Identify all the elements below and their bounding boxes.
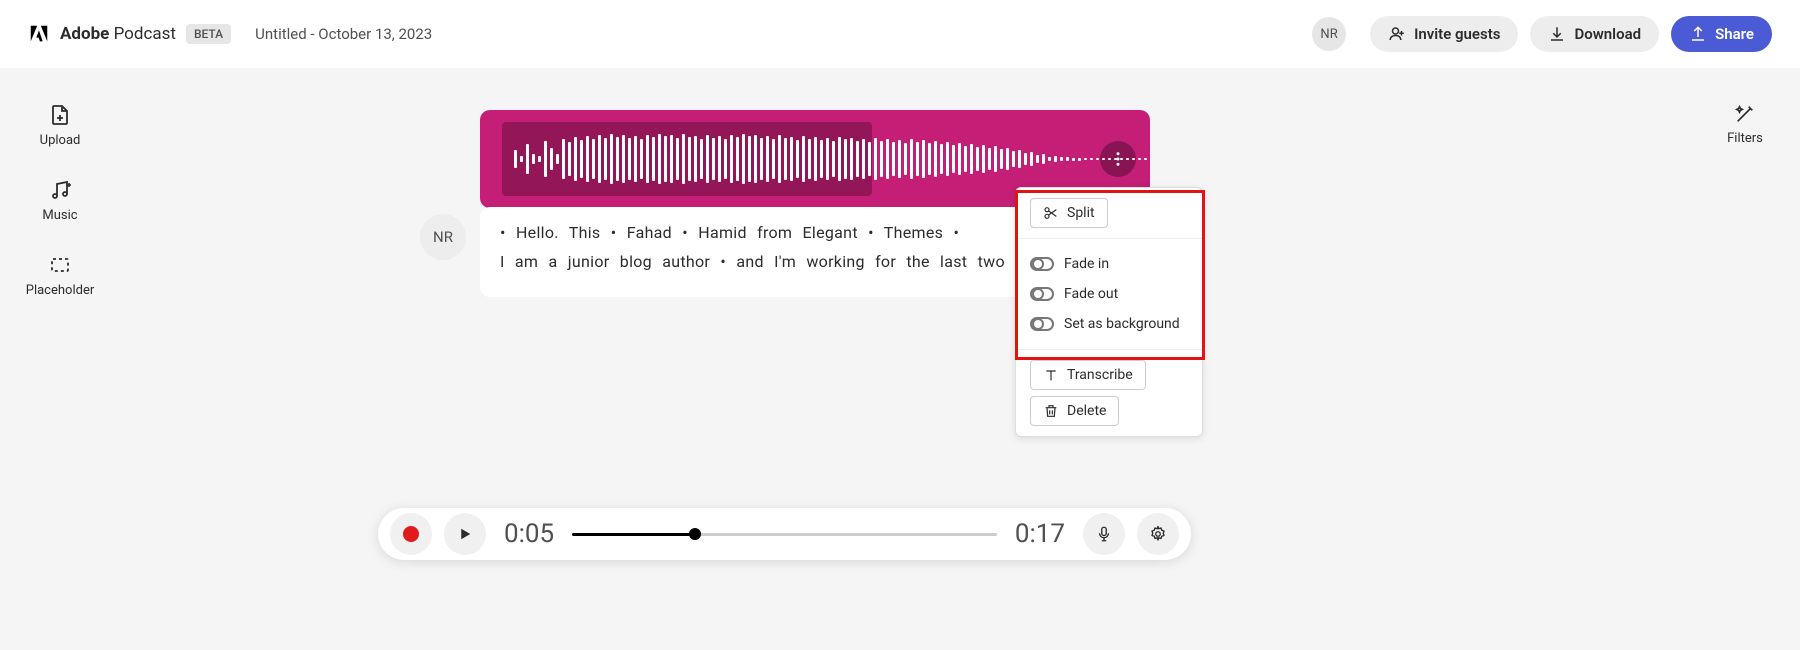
brand-group: Adobe Podcast BETA xyxy=(28,23,231,45)
speaker-avatar[interactable]: NR xyxy=(420,214,466,260)
document-title[interactable]: Untitled - October 13, 2023 xyxy=(255,25,432,43)
waveform-icon xyxy=(514,122,1147,196)
gear-icon xyxy=(1149,525,1167,543)
transcribe-button[interactable]: Transcribe xyxy=(1030,360,1146,390)
playback-bar: 0:05 0:17 xyxy=(378,508,1191,560)
filters-wand-icon xyxy=(1734,103,1756,125)
upload-file-icon xyxy=(48,103,72,127)
filters-label: Filters xyxy=(1727,131,1763,146)
delete-button[interactable]: Delete xyxy=(1030,396,1119,426)
speaker-avatar-wrap: NR xyxy=(420,214,466,260)
toggle-switch[interactable] xyxy=(1030,317,1054,331)
beta-badge: BETA xyxy=(186,24,231,44)
fade-in-toggle[interactable]: Fade in xyxy=(1030,249,1188,279)
progress-slider[interactable] xyxy=(572,533,997,536)
right-sidebar: Filters xyxy=(1690,68,1800,146)
toggle-switch[interactable] xyxy=(1030,287,1054,301)
music-icon xyxy=(48,178,72,202)
progress-knob[interactable] xyxy=(689,528,701,540)
record-button[interactable] xyxy=(390,513,432,555)
current-time: 0:05 xyxy=(504,519,554,549)
sidebar-music[interactable]: Music xyxy=(42,178,77,223)
sidebar-placeholder[interactable]: Placeholder xyxy=(26,253,95,298)
placeholder-icon xyxy=(48,253,72,277)
filters-button[interactable]: Filters xyxy=(1727,103,1763,146)
download-button[interactable]: Download xyxy=(1530,16,1659,52)
left-sidebar: Upload Music Placeholder xyxy=(0,68,120,298)
person-add-icon xyxy=(1388,25,1406,43)
brand-text: Adobe Podcast xyxy=(60,24,176,44)
set-background-toggle[interactable]: Set as background xyxy=(1030,309,1188,339)
play-icon xyxy=(456,525,474,543)
progress-fill xyxy=(572,533,695,536)
share-icon xyxy=(1689,25,1707,43)
split-button[interactable]: Split xyxy=(1030,198,1108,228)
microphone-icon xyxy=(1095,525,1113,543)
sidebar-label: Music xyxy=(42,208,77,223)
main-content xyxy=(480,110,1150,208)
fade-out-toggle[interactable]: Fade out xyxy=(1030,279,1188,309)
sidebar-label: Upload xyxy=(40,133,81,148)
mic-button[interactable] xyxy=(1083,513,1125,555)
play-button[interactable] xyxy=(444,513,486,555)
text-icon xyxy=(1043,367,1059,383)
clip-context-menu: Split Fade in Fade out Set as background… xyxy=(1015,187,1203,437)
scissors-icon xyxy=(1043,205,1059,221)
app-header: Adobe Podcast BETA Untitled - October 13… xyxy=(0,0,1800,68)
sidebar-label: Placeholder xyxy=(26,283,95,298)
share-button[interactable]: Share xyxy=(1671,16,1772,52)
record-icon xyxy=(403,526,419,542)
total-time: 0:17 xyxy=(1015,519,1065,549)
trash-icon xyxy=(1043,403,1059,419)
download-icon xyxy=(1548,25,1566,43)
toggle-switch[interactable] xyxy=(1030,257,1054,271)
adobe-logo-icon xyxy=(28,23,50,45)
user-avatar[interactable]: NR xyxy=(1312,17,1346,51)
sidebar-upload[interactable]: Upload xyxy=(40,103,81,148)
audio-clip[interactable] xyxy=(480,110,1150,208)
invite-guests-button[interactable]: Invite guests xyxy=(1370,16,1518,52)
settings-button[interactable] xyxy=(1137,513,1179,555)
